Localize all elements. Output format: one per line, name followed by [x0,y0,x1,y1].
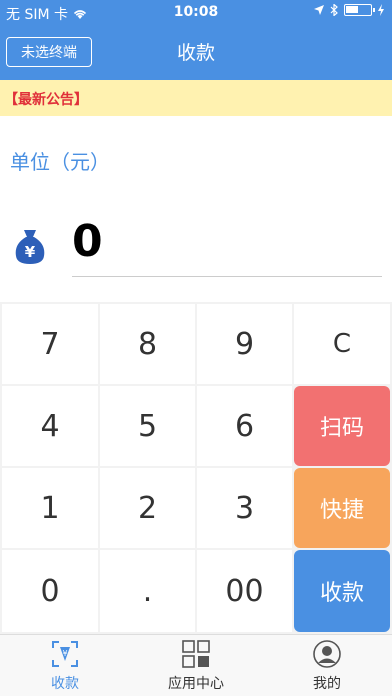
amount-panel: 单位（元） ¥ 0 [0,116,392,302]
announcement-banner[interactable]: 【最新公告】 [0,80,392,116]
svg-text:¥: ¥ [25,243,36,261]
tab-mine-label: 我的 [313,676,341,692]
key-00[interactable]: 00 [197,550,292,632]
quick-pay-button[interactable]: 快捷 [294,468,390,548]
amount-underline [72,276,382,277]
location-icon [314,5,324,15]
key-1[interactable]: 1 [2,468,98,548]
money-bag-icon: ¥ [15,230,45,264]
status-right [314,4,384,16]
scan-button[interactable]: 扫码 [294,386,390,466]
key-2[interactable]: 2 [100,468,195,548]
tab-bar: ¥ 收款 应用中心 我的 [0,634,392,696]
battery-icon [344,4,375,16]
clear-key[interactable]: C [294,304,390,384]
key-6[interactable]: 6 [197,386,292,466]
tab-collect-label: 收款 [51,676,79,692]
key-4[interactable]: 4 [2,386,98,466]
key-5[interactable]: 5 [100,386,195,466]
collect-tab-icon: ¥ [52,641,78,667]
svg-text:¥: ¥ [62,649,67,658]
bluetooth-icon [330,4,338,16]
tab-app-center[interactable]: 应用中心 [131,635,261,696]
key-3[interactable]: 3 [197,468,292,548]
page-title: 收款 [176,42,215,64]
amount-value: 0 [72,216,103,267]
key-9[interactable]: 9 [197,304,292,384]
profile-icon [313,640,341,668]
status-bar: 无 SIM 卡 10:08 [0,0,392,24]
collect-button[interactable]: 收款 [294,550,390,632]
tab-mine[interactable]: 我的 [262,635,392,696]
keypad: 7 8 9 C 4 5 6 扫码 1 2 3 快捷 0 . 00 收款 [0,302,392,634]
tab-app-center-label: 应用中心 [168,676,224,692]
header: 无 SIM 卡 10:08 未选终端 收款 [0,0,392,80]
tab-collect[interactable]: ¥ 收款 [0,635,130,696]
key-0[interactable]: 0 [2,550,98,632]
key-7[interactable]: 7 [2,304,98,384]
key-dot[interactable]: . [100,550,195,632]
unit-label: 单位（元） [10,150,110,174]
charging-icon [378,4,384,16]
key-8[interactable]: 8 [100,304,195,384]
apps-grid-icon [182,640,210,668]
